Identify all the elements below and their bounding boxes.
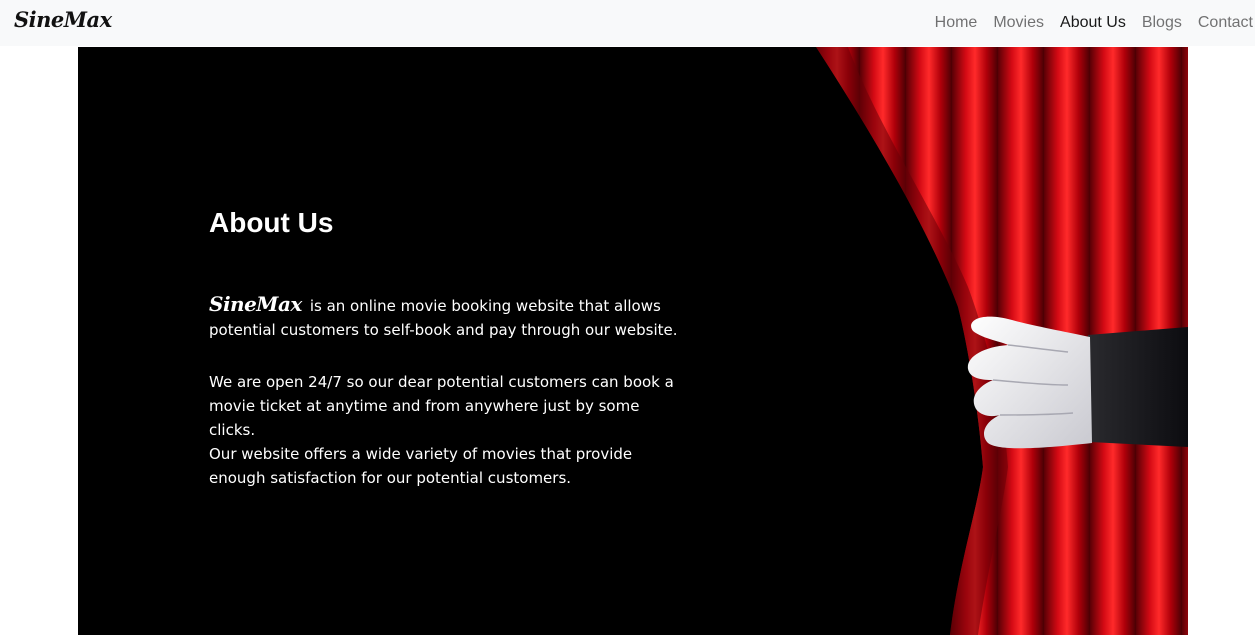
nav-links: Home Movies About Us Blogs Contact	[927, 0, 1255, 46]
nav-link-home[interactable]: Home	[927, 14, 986, 32]
about-us-heading: About Us	[209, 207, 334, 238]
nav-link-movies[interactable]: Movies	[985, 14, 1052, 32]
about-paragraph-3: Our website offers a wide variety of mov…	[209, 445, 633, 487]
about-hero-section: About Us SineMax is an online movie booki…	[78, 47, 1188, 635]
brand-logo[interactable]: SineMax	[14, 7, 112, 32]
nav-link-blogs[interactable]: Blogs	[1134, 14, 1190, 32]
nav-link-about-us[interactable]: About Us	[1052, 14, 1134, 32]
top-navbar: SineMax Home Movies About Us Blogs Conta…	[0, 0, 1255, 46]
nav-link-contact[interactable]: Contact	[1190, 14, 1255, 32]
inline-brand-logo: SineMax	[209, 292, 302, 316]
about-paragraph-2: We are open 24/7 so our dear potential c…	[209, 373, 674, 439]
about-paragraph-1: SineMax is an online movie booking websit…	[209, 292, 679, 342]
